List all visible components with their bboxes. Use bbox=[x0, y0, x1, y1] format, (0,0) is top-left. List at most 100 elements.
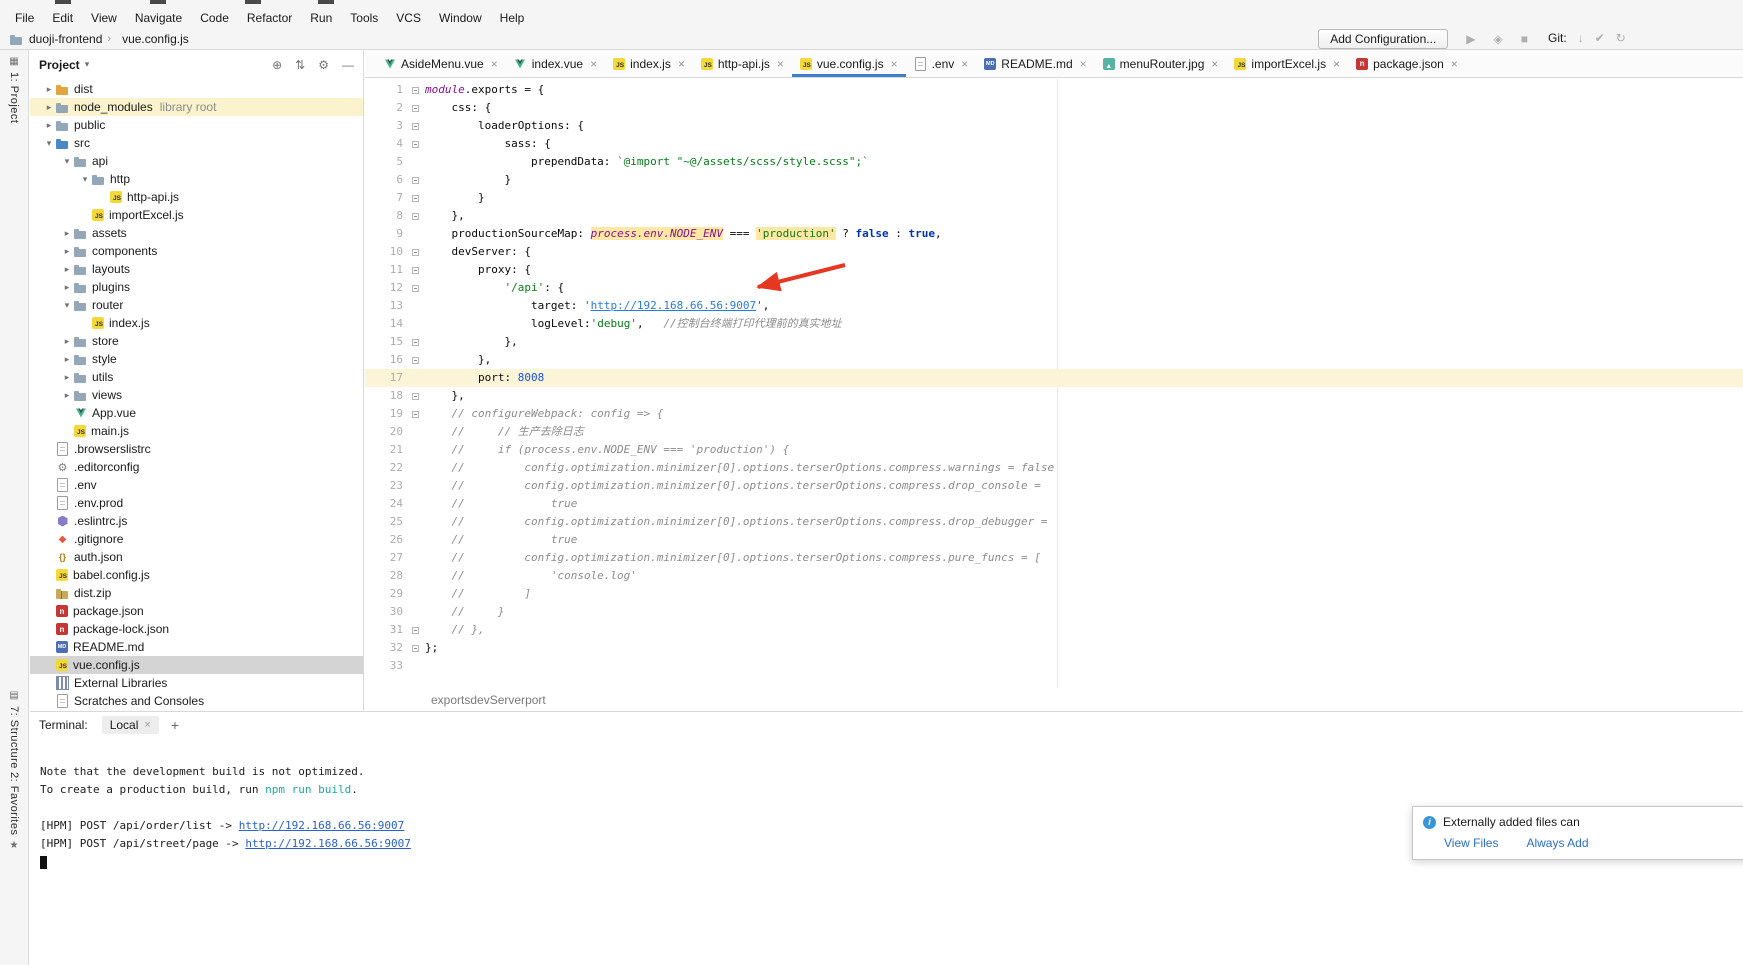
chevron-collapsed-icon[interactable]: ▸ bbox=[60, 282, 74, 293]
tree-item-layouts[interactable]: ▸layouts bbox=[30, 260, 363, 278]
tree-item-dist-zip[interactable]: dist.zip bbox=[30, 584, 363, 602]
fold-marker-icon[interactable] bbox=[412, 339, 419, 346]
close-tab-icon[interactable]: × bbox=[1451, 57, 1458, 71]
fold-marker-icon[interactable] bbox=[412, 87, 419, 94]
fold-marker-icon[interactable] bbox=[412, 195, 419, 202]
tree-item-external-libraries[interactable]: External Libraries bbox=[30, 674, 363, 692]
menu-run[interactable]: Run bbox=[301, 9, 341, 27]
close-tab-icon[interactable]: × bbox=[777, 57, 784, 71]
hide-panel-icon[interactable]: — bbox=[342, 58, 354, 72]
code-line-31[interactable]: 31 // }, bbox=[365, 621, 1743, 639]
fold-marker-icon[interactable] bbox=[412, 249, 419, 256]
code-line-26[interactable]: 26 // true bbox=[365, 531, 1743, 549]
code-editor[interactable]: 1module.exports = {2 css: {3 loaderOptio… bbox=[365, 79, 1743, 688]
code-line-6[interactable]: 6 } bbox=[365, 171, 1743, 189]
fold-marker-icon[interactable] bbox=[412, 627, 419, 634]
code-line-27[interactable]: 27 // config.optimization.minimizer[0].o… bbox=[365, 549, 1743, 567]
editor-tab-menurouter-jpg[interactable]: ▲menuRouter.jpg× bbox=[1095, 50, 1227, 77]
code-line-15[interactable]: 15 }, bbox=[365, 333, 1743, 351]
close-tab-icon[interactable]: × bbox=[1211, 57, 1218, 71]
collapse-all-icon[interactable]: ⇅ bbox=[295, 58, 305, 72]
code-line-22[interactable]: 22 // config.optimization.minimizer[0].o… bbox=[365, 459, 1743, 477]
tree-item-http[interactable]: ▾http bbox=[30, 170, 363, 188]
menu-tools[interactable]: Tools bbox=[341, 9, 387, 27]
tree-item-importexcel-js[interactable]: JSimportExcel.js bbox=[30, 206, 363, 224]
chevron-collapsed-icon[interactable]: ▸ bbox=[60, 354, 74, 365]
close-tab-icon[interactable]: × bbox=[678, 57, 685, 71]
breadcrumb-project[interactable]: duoji-frontend bbox=[29, 32, 102, 46]
code-line-30[interactable]: 30 // } bbox=[365, 603, 1743, 621]
tree-item-assets[interactable]: ▸assets bbox=[30, 224, 363, 242]
debug-button[interactable]: ◈ bbox=[1494, 32, 1503, 46]
git-rollback-icon[interactable]: ↻ bbox=[1616, 31, 1626, 45]
chevron-collapsed-icon[interactable]: ▸ bbox=[60, 390, 74, 401]
tree-item-api[interactable]: ▾api bbox=[30, 152, 363, 170]
tree-item-env-prod[interactable]: .env.prod bbox=[30, 494, 363, 512]
code-line-14[interactable]: 14 logLevel:'debug', //控制台终端打印代理前的真实地址 bbox=[365, 315, 1743, 333]
tree-item-main-js[interactable]: JSmain.js bbox=[30, 422, 363, 440]
code-line-12[interactable]: 12 '/api': { bbox=[365, 279, 1743, 297]
close-tab-icon[interactable]: × bbox=[590, 57, 597, 71]
code-line-33[interactable]: 33 bbox=[365, 657, 1743, 675]
tree-item-http-api-js[interactable]: JShttp-api.js bbox=[30, 188, 363, 206]
code-line-19[interactable]: 19 // configureWebpack: config => { bbox=[365, 405, 1743, 423]
close-tab-icon[interactable]: × bbox=[891, 57, 898, 71]
menu-view[interactable]: View bbox=[82, 9, 126, 27]
editor-tab-package-json[interactable]: npackage.json× bbox=[1348, 50, 1466, 77]
tree-item-package-lock-json[interactable]: npackage-lock.json bbox=[30, 620, 363, 638]
view-files-link[interactable]: View Files bbox=[1444, 836, 1498, 850]
tree-item-env[interactable]: .env bbox=[30, 476, 363, 494]
editor-tab-http-api-js[interactable]: JShttp-api.js× bbox=[693, 50, 792, 77]
chevron-collapsed-icon[interactable]: ▸ bbox=[60, 246, 74, 257]
code-line-16[interactable]: 16 }, bbox=[365, 351, 1743, 369]
tree-item-auth-json[interactable]: {}auth.json bbox=[30, 548, 363, 566]
code-line-21[interactable]: 21 // if (process.env.NODE_ENV === 'prod… bbox=[365, 441, 1743, 459]
breadcrumb-file[interactable]: vue.config.js bbox=[122, 32, 189, 46]
code-line-32[interactable]: 32}; bbox=[365, 639, 1743, 657]
tree-item-utils[interactable]: ▸utils bbox=[30, 368, 363, 386]
editor-tab-vue-config-js[interactable]: JSvue.config.js× bbox=[792, 50, 906, 77]
editor-tab-importexcel-js[interactable]: JSimportExcel.js× bbox=[1226, 50, 1348, 77]
code-line-1[interactable]: 1module.exports = { bbox=[365, 81, 1743, 99]
code-line-5[interactable]: 5 prependData: `@import "~@/assets/scss/… bbox=[365, 153, 1743, 171]
tree-item-package-json[interactable]: npackage.json bbox=[30, 602, 363, 620]
code-line-24[interactable]: 24 // true bbox=[365, 495, 1743, 513]
fold-marker-icon[interactable] bbox=[412, 411, 419, 418]
tree-item-index-js[interactable]: JSindex.js bbox=[30, 314, 363, 332]
editor-tab-index-vue[interactable]: index.vue× bbox=[506, 50, 605, 77]
menu-edit[interactable]: Edit bbox=[43, 9, 82, 27]
code-line-28[interactable]: 28 // 'console.log' bbox=[365, 567, 1743, 585]
fold-marker-icon[interactable] bbox=[412, 393, 419, 400]
chevron-collapsed-icon[interactable]: ▸ bbox=[42, 84, 56, 95]
chevron-expanded-icon[interactable]: ▾ bbox=[78, 174, 92, 185]
tree-item-vue-config-js[interactable]: JSvue.config.js bbox=[30, 656, 363, 674]
tree-item-router[interactable]: ▾router bbox=[30, 296, 363, 314]
code-line-7[interactable]: 7 } bbox=[365, 189, 1743, 207]
close-tab-icon[interactable]: × bbox=[961, 57, 968, 71]
editor-tab-index-js[interactable]: JSindex.js× bbox=[605, 50, 693, 77]
editor-tab-readme-md[interactable]: MDREADME.md× bbox=[976, 50, 1094, 77]
code-line-13[interactable]: 13 target: 'http://192.168.66.56:9007', bbox=[365, 297, 1743, 315]
terminal-url-link[interactable]: http://192.168.66.56:9007 bbox=[245, 837, 411, 850]
code-line-25[interactable]: 25 // config.optimization.minimizer[0].o… bbox=[365, 513, 1743, 531]
menu-code[interactable]: Code bbox=[191, 9, 238, 27]
tree-item-store[interactable]: ▸store bbox=[30, 332, 363, 350]
project-panel-title[interactable]: Project bbox=[39, 58, 80, 72]
breadcrumb-devserver[interactable]: devServer bbox=[470, 693, 525, 707]
menu-help[interactable]: Help bbox=[491, 9, 534, 27]
tree-item-style[interactable]: ▸style bbox=[30, 350, 363, 368]
tree-item-readme-md[interactable]: MDREADME.md bbox=[30, 638, 363, 656]
terminal-tab-local[interactable]: Local × bbox=[102, 716, 159, 734]
stripe-project-button[interactable]: ▦ 1: Project bbox=[0, 56, 28, 123]
run-button[interactable]: ▶ bbox=[1466, 32, 1475, 46]
stop-button[interactable]: ■ bbox=[1521, 32, 1528, 46]
code-line-2[interactable]: 2 css: { bbox=[365, 99, 1743, 117]
settings-gear-icon[interactable]: ⚙ bbox=[318, 58, 329, 72]
menu-navigate[interactable]: Navigate bbox=[126, 9, 191, 27]
fold-marker-icon[interactable] bbox=[412, 177, 419, 184]
menu-vcs[interactable]: VCS bbox=[387, 9, 430, 27]
chevron-expanded-icon[interactable]: ▾ bbox=[60, 156, 74, 167]
chevron-collapsed-icon[interactable]: ▸ bbox=[42, 102, 56, 113]
close-terminal-tab-icon[interactable]: × bbox=[144, 719, 150, 731]
tree-item-dist[interactable]: ▸dist bbox=[30, 80, 363, 98]
